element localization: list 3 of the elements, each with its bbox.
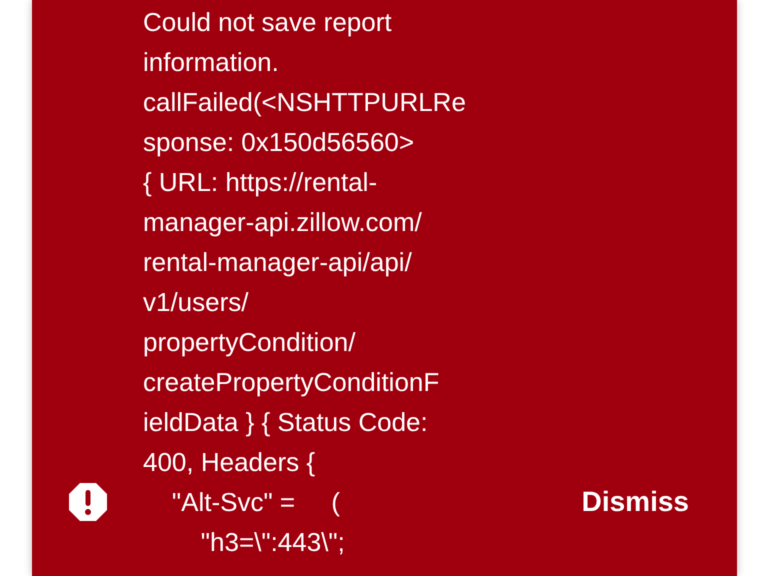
dismiss-button[interactable]: Dismiss <box>582 482 689 522</box>
warning-icon <box>68 482 108 522</box>
error-message: Could not save report information. callFailed(<NSHTTPURLRe sponse: 0x150d56560> { URL: https://rental- manager-api.zillow.com/ rental-manager-api/api/ v1/users/ propertyCondition/ createPropertyConditionF ieldData } { Status Code: 400, Headers { "Alt-Svc" = ( "h3=\":443\"; <box>143 6 467 559</box>
